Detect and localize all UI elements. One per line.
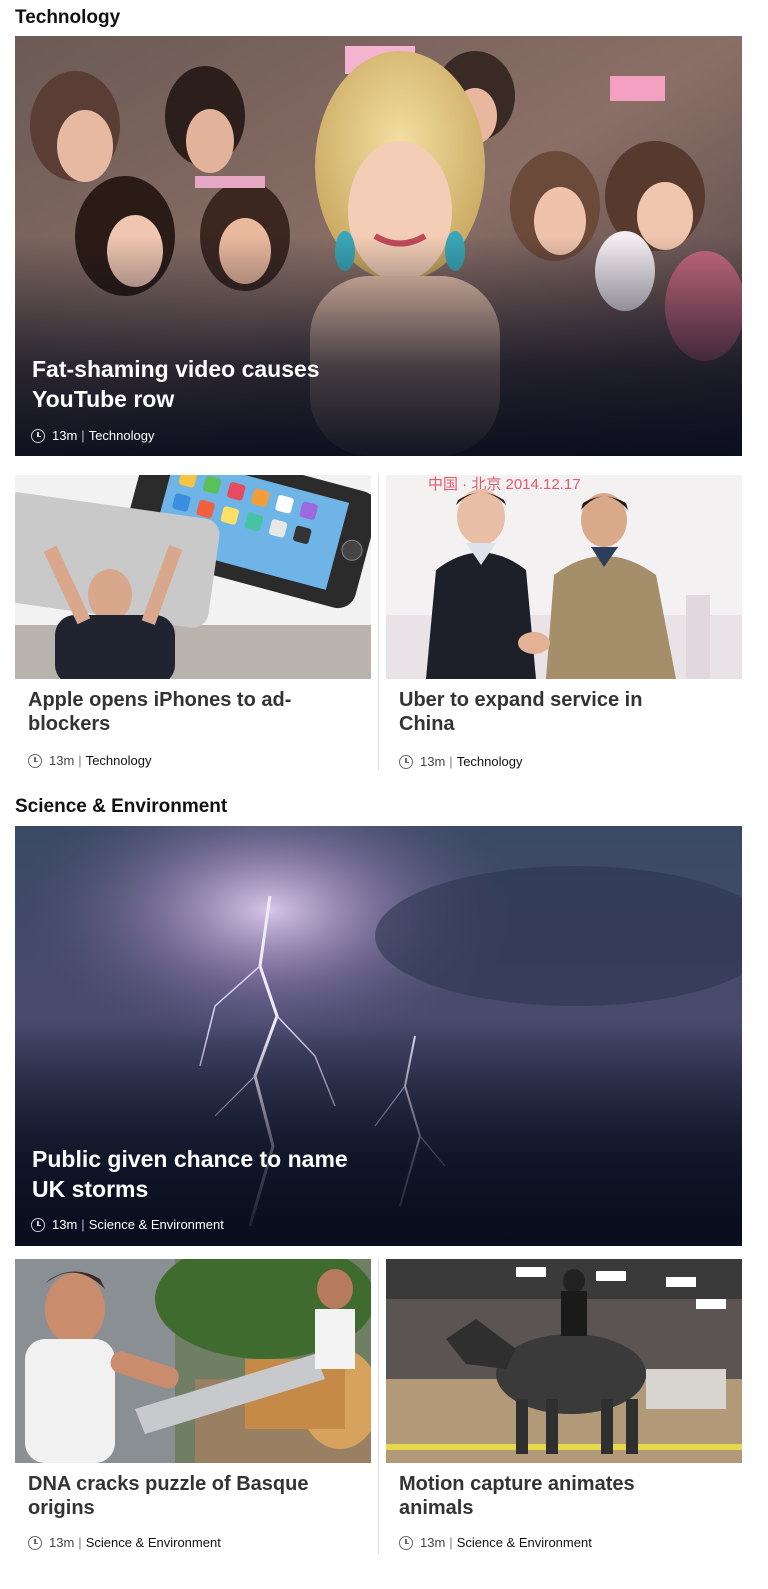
story-category[interactable]: Science & Environment [457,1535,592,1550]
story-thumbnail: 中国 · 北京 2014.12.17 [386,475,742,679]
story-card-dna-basque[interactable]: DNA cracks puzzle of Basque origins 13m … [15,1259,371,1559]
column-divider [378,1259,379,1554]
story-card-uber-china[interactable]: 中国 · 北京 2014.12.17 Uber to expand servic… [386,475,742,775]
story-category[interactable]: Science & Environment [89,1217,224,1232]
story-headline[interactable]: Uber to expand service in China [399,688,699,736]
story-time: 13m [420,754,446,769]
story-thumbnail [386,1259,742,1463]
story-time: 13m [52,428,78,443]
wood-sawing-photo [15,1259,371,1463]
story-time: 13m [420,1535,446,1550]
section-title-technology: Technology [15,7,121,28]
story-card-apple-adblockers[interactable]: Apple opens iPhones to ad-blockers 13m |… [15,475,371,775]
meta-separator: | [78,753,82,768]
iphone-photo [15,475,371,679]
meta-separator: | [449,754,453,769]
hero-meta: 13m | Technology [31,428,154,443]
story-meta: 13m | Technology [399,754,522,769]
column-divider [378,475,379,770]
story-category[interactable]: Science & Environment [86,1535,221,1550]
story-time: 13m [49,753,75,768]
clock-icon [31,1217,45,1232]
story-category[interactable]: Technology [89,428,155,443]
hero-story-uk-storms[interactable]: Public given chance to name UK storms 13… [15,826,742,1246]
hero-headline[interactable]: Public given chance to name UK storms [32,1144,362,1204]
story-thumbnail [15,475,371,679]
clock-icon [31,428,45,443]
story-meta: 13m | Technology [28,753,151,768]
story-time: 13m [49,1535,75,1550]
clock-icon [28,753,42,768]
story-headline[interactable]: Apple opens iPhones to ad-blockers [28,688,328,736]
clock-icon [399,1535,413,1550]
hero-meta: 13m | Science & Environment [31,1217,224,1232]
meta-separator: | [449,1535,453,1550]
story-card-motion-capture[interactable]: Motion capture animates animals 13m | Sc… [386,1259,742,1559]
meta-separator: | [81,428,85,443]
handshake-photo: 中国 · 北京 2014.12.17 [386,475,742,679]
story-headline[interactable]: Motion capture animates animals [399,1472,699,1520]
hero-headline[interactable]: Fat-shaming video causes YouTube row [32,354,362,414]
clock-icon [399,754,413,769]
photo-banner-text: 中国 · 北京 2014.12.17 [428,476,581,493]
meta-separator: | [81,1217,85,1232]
story-meta: 13m | Science & Environment [399,1535,592,1550]
story-category[interactable]: Technology [86,753,152,768]
section-title-science-environment: Science & Environment [15,796,228,817]
story-category[interactable]: Technology [457,754,523,769]
story-thumbnail [15,1259,371,1463]
meta-separator: | [78,1535,82,1550]
clock-icon [28,1535,42,1550]
story-time: 13m [52,1217,78,1232]
story-meta: 13m | Science & Environment [28,1535,221,1550]
horse-photo [386,1259,742,1463]
story-headline[interactable]: DNA cracks puzzle of Basque origins [28,1472,328,1520]
hero-story-fat-shaming[interactable]: Fat-shaming video causes YouTube row 13m… [15,36,742,456]
